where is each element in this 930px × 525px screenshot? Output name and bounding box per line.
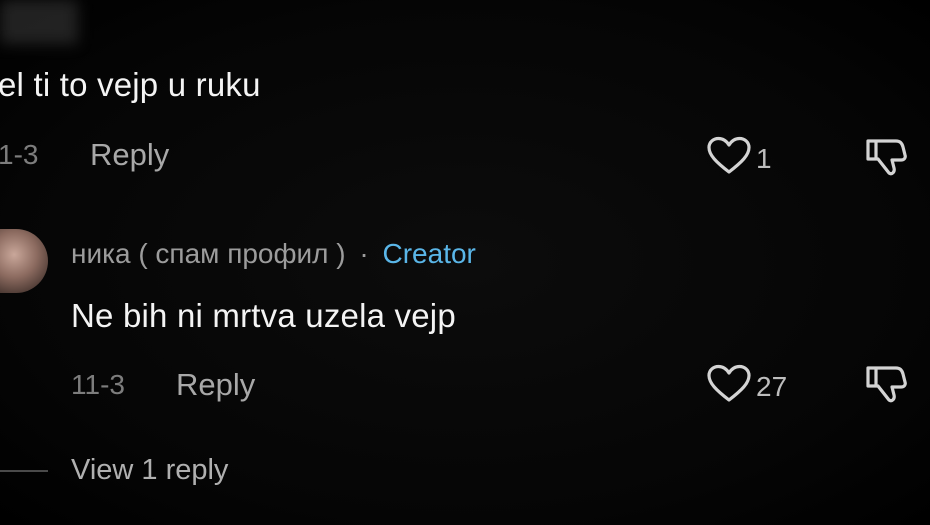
heart-icon	[706, 136, 752, 181]
blurred-username	[0, 0, 78, 44]
avatar[interactable]	[0, 229, 48, 293]
heart-icon	[706, 364, 752, 409]
comment-2-text: Ne bih ni mrtva uzela vejp	[71, 297, 456, 334]
dislike-icon	[864, 139, 908, 181]
view-replies-label: View 1 reply	[71, 454, 229, 486]
comment-2-like-button[interactable]: 27	[706, 364, 787, 409]
comment-2-date: 11-3	[71, 369, 125, 400]
comment-2-author[interactable]: ника ( спам профил )	[71, 238, 346, 269]
creator-badge: Creator	[382, 238, 476, 269]
comment-2-reply-button[interactable]: Reply	[176, 367, 255, 403]
comment-2-like-count: 27	[756, 370, 788, 402]
comment-1-text: el ti to vejp u ruku	[0, 66, 261, 103]
comment-2-author-line: ника ( спам профил ) · Creator	[71, 238, 476, 270]
view-replies-button[interactable]: View 1 reply	[0, 454, 228, 487]
comment-1-like-count: 1	[756, 142, 772, 174]
comment-1-like-button[interactable]: 1	[706, 136, 772, 181]
author-separator: ·	[359, 238, 369, 269]
comment-1-date: 1-3	[0, 139, 39, 170]
dislike-icon	[864, 366, 908, 408]
comment-2-dislike-button[interactable]	[864, 364, 908, 409]
reply-thread-line	[0, 469, 48, 472]
comment-1-reply-button[interactable]: Reply	[90, 137, 169, 173]
comment-1-dislike-button[interactable]	[864, 137, 908, 182]
